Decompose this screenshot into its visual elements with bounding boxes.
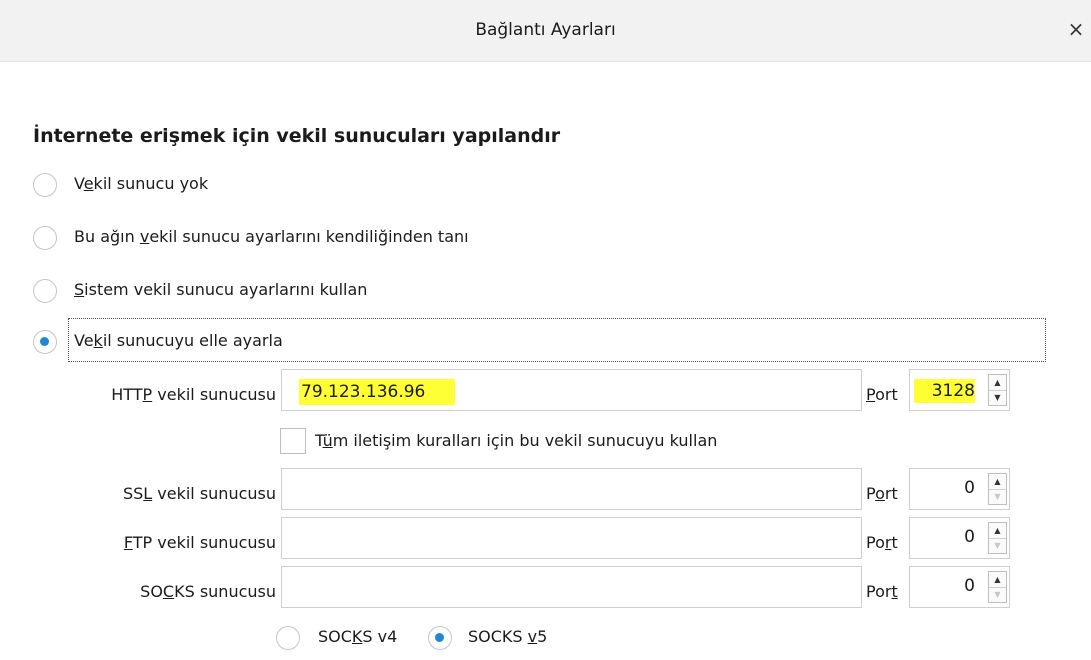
- http-proxy-value: 79.123.136.96: [299, 379, 456, 405]
- ftp-port-input[interactable]: 0 ▲ ▼: [909, 517, 1010, 559]
- http-proxy-label: HTTP vekil sunucusu: [111, 385, 276, 404]
- socks-port-label: Port: [866, 582, 898, 601]
- spin-up-icon[interactable]: ▲: [989, 523, 1006, 539]
- http-port-input[interactable]: 3128 ▲ ▼: [909, 369, 1010, 411]
- spin-up-icon[interactable]: ▲: [989, 572, 1006, 588]
- socks-port-input[interactable]: 0 ▲ ▼: [909, 566, 1010, 608]
- spin-down-icon[interactable]: ▼: [989, 489, 1006, 504]
- radio-label-manual-proxy: Vekil sunucuyu elle ayarla: [74, 331, 283, 350]
- radio-button[interactable]: [33, 226, 57, 250]
- radio-label-socks-v5: SOCKS v5: [468, 627, 548, 646]
- socks-port-value: 0: [964, 576, 975, 596]
- http-port-value: 3128: [913, 379, 975, 403]
- ssl-port-spinner[interactable]: ▲ ▼: [988, 473, 1007, 505]
- radio-label-system-proxy: Sistem vekil sunucu ayarlarını kullan: [74, 280, 368, 299]
- radio-button[interactable]: [276, 626, 300, 650]
- radio-label-auto-detect: Bu ağın vekil sunucu ayarlarını kendiliğ…: [74, 227, 469, 246]
- http-port-spinner[interactable]: ▲ ▼: [988, 374, 1007, 406]
- ftp-port-label: Port: [866, 533, 898, 552]
- socks-port-spinner[interactable]: ▲ ▼: [988, 571, 1007, 603]
- ftp-proxy-input[interactable]: [281, 517, 862, 559]
- http-port-label: Port: [866, 385, 898, 404]
- ssl-proxy-label: SSL vekil sunucusu: [122, 484, 276, 503]
- spin-down-icon[interactable]: ▼: [989, 538, 1006, 553]
- dialog-title: Bağlantı Ayarları: [475, 20, 616, 40]
- socks-proxy-input[interactable]: [281, 566, 862, 608]
- ssl-proxy-input[interactable]: [281, 468, 862, 510]
- spin-down-icon[interactable]: ▼: [989, 587, 1006, 602]
- spin-up-icon[interactable]: ▲: [989, 375, 1006, 391]
- radio-button[interactable]: [33, 173, 57, 197]
- radio-button-selected[interactable]: [33, 330, 57, 354]
- dialog-titlebar: Bağlantı Ayarları ×: [0, 0, 1091, 62]
- radio-button-selected[interactable]: [428, 626, 452, 650]
- ssl-port-value: 0: [964, 478, 975, 498]
- close-icon[interactable]: ×: [1065, 17, 1087, 41]
- spin-down-icon[interactable]: ▼: [989, 390, 1006, 405]
- http-proxy-input[interactable]: 79.123.136.96: [281, 369, 862, 411]
- ftp-proxy-label: FTP vekil sunucusu: [123, 533, 276, 552]
- socks-proxy-label: SOCKS sunucusu: [140, 582, 276, 601]
- use-for-all-checkbox[interactable]: [280, 428, 306, 454]
- ftp-port-value: 0: [964, 527, 975, 547]
- radio-label-no-proxy: Vekil sunucu yok: [74, 174, 209, 193]
- ssl-port-input[interactable]: 0 ▲ ▼: [909, 468, 1010, 510]
- radio-label-socks-v4: SOCKS v4: [318, 627, 398, 646]
- radio-button[interactable]: [33, 279, 57, 303]
- use-for-all-label: Tüm iletişim kuralları için bu vekil sun…: [315, 431, 718, 450]
- spin-up-icon[interactable]: ▲: [989, 474, 1006, 490]
- section-title: İnternete erişmek için vekil sunucuları …: [33, 125, 561, 147]
- ssl-port-label: Port: [866, 484, 898, 503]
- ftp-port-spinner[interactable]: ▲ ▼: [988, 522, 1007, 554]
